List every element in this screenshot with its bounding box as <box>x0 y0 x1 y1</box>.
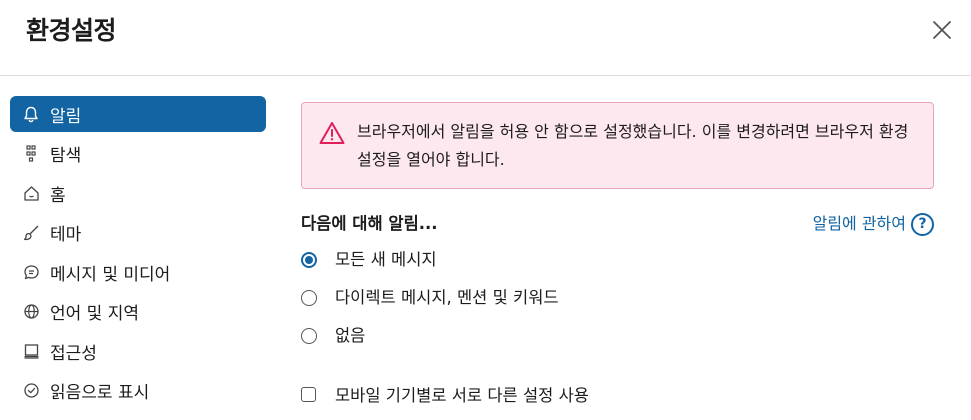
preferences-header: 환경설정 <box>0 0 971 76</box>
sidebar-item-notifications[interactable]: 알림 <box>10 96 266 132</box>
sidebar-item-label: 알림 <box>50 106 82 127</box>
message-icon <box>22 263 40 281</box>
keyboard-icon <box>22 342 40 360</box>
radio-dm-mentions-keywords[interactable]: 다이렉트 메시지, 멘션 및 키워드 <box>301 279 934 317</box>
sidebar-item-messages-media[interactable]: 메시지 및 미디어 <box>10 254 266 290</box>
notifications-panel: 브라우저에서 알림을 허용 안 함으로 설정했습니다. 이를 변경하려면 브라우… <box>301 102 934 409</box>
alert-message: 브라우저에서 알림을 허용 안 함으로 설정했습니다. 이를 변경하려면 브라우… <box>357 122 909 169</box>
about-notifications-label: 알림에 관하여 <box>812 214 906 233</box>
radio-button[interactable] <box>301 328 317 344</box>
radio-button[interactable] <box>301 290 317 306</box>
notify-section-title: 다음에 대해 알림... <box>301 214 438 233</box>
page-title: 환경설정 <box>26 16 117 45</box>
sidebar-item-label: 읽음으로 표시 <box>50 383 150 403</box>
checkbox[interactable] <box>301 386 316 402</box>
radio-label: 없음 <box>335 326 366 345</box>
sidebar-item-label: 접근성 <box>50 343 97 364</box>
radio-nothing[interactable]: 없음 <box>301 317 934 355</box>
radio-label: 다이렉트 메시지, 멘션 및 키워드 <box>335 288 559 307</box>
check-circle-icon <box>22 382 40 400</box>
sidebar-item-label: 테마 <box>50 225 82 245</box>
sidebar-item-mark-as-read[interactable]: 읽음으로 표시 <box>10 373 266 409</box>
globe-icon <box>22 303 40 321</box>
sidebar-item-accessibility[interactable]: 접근성 <box>10 333 266 369</box>
home-icon <box>22 184 40 202</box>
sidebar-item-label: 메시지 및 미디어 <box>50 264 171 285</box>
sidebar-item-label: 탐색 <box>50 146 82 166</box>
sidebar-item-theme[interactable]: 테마 <box>10 215 266 251</box>
sidebar-item-label: 홈 <box>50 185 66 206</box>
search-icon <box>22 144 40 163</box>
browser-notification-alert: 브라우저에서 알림을 허용 안 함으로 설정했습니다. 이를 변경하려면 브라우… <box>301 102 934 189</box>
warning-icon <box>319 122 345 144</box>
sidebar-item-label: 언어 및 지역 <box>50 304 140 324</box>
close-icon <box>933 21 951 39</box>
bell-icon <box>22 105 40 123</box>
radio-all-new-messages[interactable]: 모든 새 메시지 <box>301 241 934 279</box>
sidebar-item-home[interactable]: 홈 <box>10 175 266 211</box>
sidebar-item-language-region[interactable]: 언어 및 지역 <box>10 294 266 330</box>
brush-icon <box>22 224 40 242</box>
radio-button[interactable] <box>301 252 317 268</box>
close-button[interactable] <box>922 10 962 50</box>
about-notifications-link[interactable]: 알림에 관하여 ? <box>813 211 934 237</box>
checkbox-label: 모바일 기기별로 서로 다른 설정 사용 <box>335 386 589 405</box>
sidebar: 알림 탐색 홈 테마 메시지 및 미디어 언어 및 지역 접근성 읽음으로 표시 <box>10 96 266 412</box>
mobile-settings-option[interactable]: 모바일 기기별로 서로 다른 설정 사용 <box>301 379 934 409</box>
help-icon: ? <box>911 212 934 236</box>
radio-label: 모든 새 메시지 <box>335 250 437 269</box>
sidebar-item-navigation[interactable]: 탐색 <box>10 136 266 172</box>
